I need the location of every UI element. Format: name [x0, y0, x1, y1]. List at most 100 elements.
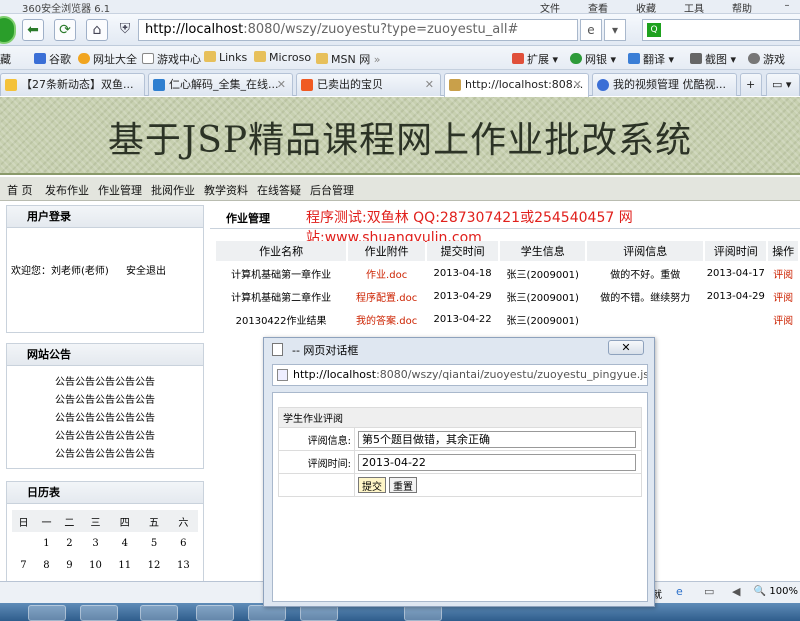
- home-icon[interactable]: ⌂: [86, 19, 108, 41]
- review-link[interactable]: 评阅: [768, 309, 798, 330]
- speaker-icon[interactable]: ◀: [732, 585, 740, 598]
- attachment-link[interactable]: 作业.doc: [348, 263, 425, 284]
- nav-home[interactable]: 首 页: [7, 182, 33, 198]
- review-link[interactable]: 评阅: [768, 263, 798, 284]
- fav-hao[interactable]: 网址大全: [78, 51, 137, 67]
- calendar-day[interactable]: 11: [110, 554, 139, 576]
- dropdown-icon[interactable]: ▾: [604, 19, 626, 41]
- tab-taobao[interactable]: 已卖出的宝贝 ✕: [296, 73, 441, 96]
- notice-line: 公告公告公告公告公告: [55, 395, 155, 406]
- close-icon[interactable]: ✕: [277, 74, 286, 95]
- fav-collect[interactable]: 藏: [0, 51, 11, 67]
- page-icon: [277, 369, 288, 381]
- attachment-link[interactable]: 程序配置.doc: [348, 286, 425, 307]
- calendar-day[interactable]: 1: [35, 532, 58, 554]
- submit-button[interactable]: 提交: [358, 477, 386, 493]
- folder-icon: [316, 53, 328, 64]
- menu-favorites[interactable]: 收藏: [636, 0, 656, 15]
- back-arrow-icon[interactable]: ⬅: [22, 19, 44, 41]
- reset-button[interactable]: 重置: [389, 477, 417, 493]
- fav-microsoft[interactable]: Microso: [254, 51, 311, 64]
- calendar-day[interactable]: 4: [110, 532, 139, 554]
- review-link[interactable]: 评阅: [768, 286, 798, 307]
- play-icon: [597, 79, 609, 91]
- calendar-day[interactable]: 10: [81, 554, 110, 576]
- toolbar-extensions[interactable]: 扩展 ▾: [512, 51, 558, 67]
- calendar-day[interactable]: 9: [58, 554, 81, 576]
- calendar-day[interactable]: 7: [12, 554, 35, 576]
- toolbar-ebank[interactable]: 网银 ▾: [570, 51, 616, 67]
- tab-weibo[interactable]: 【27条新动态】双鱼...: [0, 73, 145, 96]
- toolbar-game[interactable]: 游戏: [748, 51, 785, 67]
- search-engine-icon[interactable]: Q: [647, 23, 661, 37]
- cell-student: 张三(2009001): [506, 293, 579, 304]
- column-header: 学生信息: [500, 241, 586, 261]
- nav-materials[interactable]: 教学资料: [204, 182, 248, 198]
- logout-link[interactable]: 安全退出: [126, 266, 166, 277]
- certificate-icon[interactable]: e: [580, 19, 602, 41]
- close-icon[interactable]: ✕: [425, 74, 434, 95]
- calendar-day[interactable]: 12: [139, 554, 168, 576]
- window-icon[interactable]: ▭: [704, 585, 714, 598]
- menu-help[interactable]: 帮助: [732, 0, 752, 15]
- homework-header: 作业管理 程序测试:双鱼林 QQ:287307421或254540457 网站:…: [210, 207, 800, 246]
- cell-submit-time: 2013-04-18: [433, 268, 492, 279]
- refresh-icon[interactable]: ⟳: [54, 19, 76, 41]
- toolbar-translate[interactable]: 翻译 ▾: [628, 51, 674, 67]
- site-banner: 基于JSP精品课程网上作业批改系统: [0, 97, 800, 175]
- dialog-body: 学生作业评阅 评阅信息: 评阅时间: 提交重置: [272, 392, 648, 602]
- toolbar-screenshot[interactable]: 截图 ▾: [690, 51, 736, 67]
- zoom-level[interactable]: 🔍 100%: [754, 586, 798, 597]
- fav-games[interactable]: 游戏中心: [142, 51, 201, 67]
- nav-manage[interactable]: 作业管理: [98, 182, 142, 198]
- calendar-day[interactable]: 5: [139, 532, 168, 554]
- weekday-label: 二: [57, 510, 81, 532]
- menu-tools[interactable]: 工具: [684, 0, 704, 15]
- menu-view[interactable]: 查看: [588, 0, 608, 15]
- review-input[interactable]: [358, 430, 636, 448]
- tab-video[interactable]: 仁心解码_全集_在线... ✕: [148, 73, 293, 96]
- search-input[interactable]: Q: [642, 19, 800, 41]
- table-row: 计算机基础第一章作业 作业.doc 2013-04-18 张三(2009001)…: [216, 263, 798, 284]
- review-time-input[interactable]: [358, 453, 636, 471]
- nav-publish[interactable]: 发布作业: [45, 182, 89, 198]
- fav-links[interactable]: Links: [204, 51, 247, 64]
- menu-file[interactable]: 文件: [540, 0, 560, 15]
- ie-icon[interactable]: e: [676, 585, 683, 598]
- taskbar-folder-icon[interactable]: [28, 605, 66, 621]
- calendar-day[interactable]: 6: [169, 532, 198, 554]
- fav-msn[interactable]: MSN 网 »: [316, 51, 380, 67]
- taskbar-app-icon[interactable]: [300, 605, 338, 621]
- review-form: 学生作业评阅 评阅信息: 评阅时间: 提交重置: [278, 407, 642, 497]
- calendar-day[interactable]: 3: [81, 532, 110, 554]
- tab-list-icon[interactable]: ▭ ▾: [766, 73, 800, 96]
- nav-admin[interactable]: 后台管理: [310, 182, 354, 198]
- nav-review[interactable]: 批阅作业: [151, 182, 195, 198]
- calendar-day[interactable]: 8: [35, 554, 58, 576]
- calendar-table: 日 一 二 三 四 五 六 1 2 3 4 5 6 7 8 9 10 11 12…: [12, 510, 198, 576]
- address-bar[interactable]: http://localhost:8080/wszy/zuoyestu?type…: [138, 19, 578, 41]
- taskbar-app-icon[interactable]: [196, 605, 234, 621]
- cell-review: 做的不好。重做: [610, 270, 681, 281]
- tab-localhost[interactable]: http://localhost:808... ✕: [444, 73, 589, 97]
- tab-youku[interactable]: 我的视频管理 优酷视...: [592, 73, 737, 96]
- close-icon[interactable]: ✕: [573, 74, 582, 95]
- nav-qa[interactable]: 在线答疑: [257, 182, 301, 198]
- taskbar-mail-icon[interactable]: [140, 605, 178, 621]
- taskbar-app-icon[interactable]: [404, 605, 442, 621]
- dialog-close-button[interactable]: ✕: [608, 340, 644, 355]
- extensions-icon: [512, 53, 524, 64]
- minimize-icon[interactable]: –: [780, 0, 794, 15]
- calendar-day[interactable]: 13: [169, 554, 198, 576]
- page-icon: [272, 343, 283, 356]
- taskbar-app-icon[interactable]: [80, 605, 118, 621]
- dialog-address-host: http://localhost: [293, 368, 377, 381]
- new-tab-button[interactable]: +: [740, 73, 762, 96]
- column-header: 作业附件: [348, 241, 426, 261]
- fav-google[interactable]: 谷歌: [34, 51, 71, 67]
- attachment-link[interactable]: 我的答案.doc: [348, 309, 425, 330]
- calendar-day[interactable]: 2: [58, 532, 81, 554]
- calendar-day[interactable]: [12, 532, 35, 554]
- notice-line: 公告公告公告公告公告: [55, 377, 155, 388]
- taskbar-browser-icon[interactable]: [248, 605, 286, 621]
